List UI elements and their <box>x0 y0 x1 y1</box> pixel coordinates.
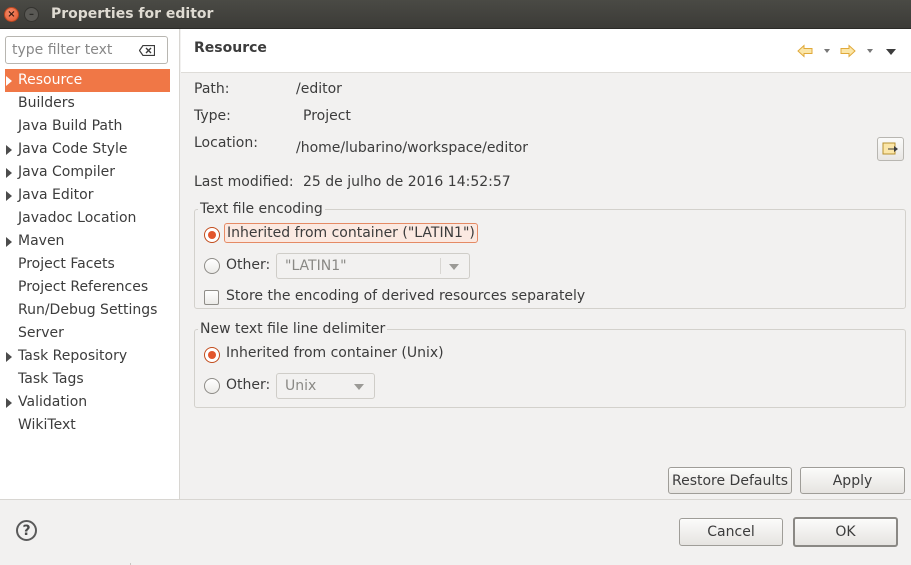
expand-arrow-icon[interactable] <box>6 398 12 408</box>
tree-item-label: Builders <box>18 95 75 111</box>
tree-item-label: Task Tags <box>18 371 84 387</box>
location-value: /home/lubarino/workspace/editor <box>296 140 529 156</box>
line-delimiter-group: New text file line delimiter Inherited f… <box>194 320 906 408</box>
forward-arrow-icon[interactable] <box>840 44 856 58</box>
dialog-button-bar: ? Cancel OK <box>0 499 911 565</box>
properties-navigation-pane: Resource Builders Java Build Path Java Code… <box>0 29 180 499</box>
type-label: Type: <box>194 108 231 124</box>
tree-item-label: Run/Debug Settings <box>18 302 158 318</box>
tree-item-task-tags[interactable]: Task Tags <box>5 368 170 391</box>
encoding-other-label[interactable]: Other: <box>226 257 270 273</box>
chevron-down-icon <box>354 384 364 390</box>
tree-item-label: Server <box>18 325 64 341</box>
tree-item-run-debug-settings[interactable]: Run/Debug Settings <box>5 299 170 322</box>
tree-item-java-compiler[interactable]: Java Compiler <box>5 161 170 184</box>
tree-item-label: Maven <box>18 233 65 249</box>
properties-tree: Resource Builders Java Build Path Java Code… <box>5 69 170 437</box>
tree-item-label: Validation <box>18 394 88 410</box>
tree-item-task-repository[interactable]: Task Repository <box>5 345 170 368</box>
tree-item-label: Javadoc Location <box>18 210 137 226</box>
tree-item-label: Task Repository <box>18 348 128 364</box>
back-arrow-icon[interactable] <box>797 44 813 58</box>
open-folder-icon <box>882 142 898 155</box>
ok-button[interactable]: OK <box>793 517 898 547</box>
location-label: Location: <box>194 135 258 151</box>
expand-arrow-icon[interactable] <box>6 145 12 155</box>
filter-input[interactable] <box>12 42 132 58</box>
tree-item-resource[interactable]: Resource <box>5 69 170 92</box>
type-value: Project <box>303 108 351 124</box>
tree-item-javadoc-location[interactable]: Javadoc Location <box>5 207 170 230</box>
property-page: Resource Path: /editor Type: Project Loc… <box>181 29 911 499</box>
tree-item-maven[interactable]: Maven <box>5 230 170 253</box>
store-derived-encoding-label[interactable]: Store the encoding of derived resources … <box>226 288 585 304</box>
delimiter-other-radio[interactable] <box>204 378 220 394</box>
view-menu-icon[interactable] <box>886 49 896 55</box>
page-title: Resource <box>194 40 267 56</box>
back-history-dropdown-icon[interactable] <box>824 49 830 53</box>
delimiter-other-select[interactable]: Unix <box>276 373 375 399</box>
tree-item-server[interactable]: Server <box>5 322 170 345</box>
last-modified-value: 25 de julho de 2016 14:52:57 <box>303 174 511 190</box>
line-delimiter-legend: New text file line delimiter <box>198 320 388 338</box>
window-title: Properties for editor <box>51 6 214 22</box>
apply-button[interactable]: Apply <box>800 467 905 494</box>
expand-arrow-icon[interactable] <box>6 76 12 86</box>
help-icon[interactable]: ? <box>16 520 37 541</box>
encoding-other-value: "LATIN1" <box>285 258 347 274</box>
tree-item-label: Project Facets <box>18 256 115 272</box>
tree-item-label: Java Editor <box>18 187 94 203</box>
forward-history-dropdown-icon[interactable] <box>867 49 873 53</box>
close-window-button[interactable]: × <box>4 7 19 22</box>
tree-item-project-references[interactable]: Project References <box>5 276 170 299</box>
restore-defaults-button[interactable]: Restore Defaults <box>668 467 792 494</box>
tree-item-java-editor[interactable]: Java Editor <box>5 184 170 207</box>
tree-item-label: Java Compiler <box>18 164 116 180</box>
expand-arrow-icon[interactable] <box>6 237 12 247</box>
cancel-button[interactable]: Cancel <box>679 518 783 546</box>
title-bar: × – Properties for editor <box>0 0 911 29</box>
delimiter-inherited-radio[interactable] <box>204 347 220 363</box>
tree-item-label: Project References <box>18 279 149 295</box>
tree-item-label: Java Build Path <box>18 118 123 134</box>
expand-arrow-icon[interactable] <box>6 352 12 362</box>
tree-item-java-build-path[interactable]: Java Build Path <box>5 115 170 138</box>
tree-item-project-facets[interactable]: Project Facets <box>5 253 170 276</box>
page-header: Resource <box>181 29 911 73</box>
show-in-system-explorer-button[interactable] <box>877 137 904 161</box>
path-value: /editor <box>296 81 342 97</box>
tree-item-validation[interactable]: Validation <box>5 391 170 414</box>
clear-filter-icon[interactable] <box>139 45 155 56</box>
encoding-other-radio[interactable] <box>204 258 220 274</box>
minimize-window-button[interactable]: – <box>24 7 39 22</box>
store-derived-encoding-checkbox[interactable] <box>204 290 219 305</box>
expand-arrow-icon[interactable] <box>6 168 12 178</box>
text-file-encoding-group: Text file encoding Inherited from contai… <box>194 200 906 309</box>
delimiter-other-value: Unix <box>285 378 317 394</box>
text-file-encoding-legend: Text file encoding <box>198 200 325 218</box>
delimiter-other-label[interactable]: Other: <box>226 377 270 393</box>
tree-item-label: Resource <box>18 72 83 88</box>
combo-separator <box>440 258 441 274</box>
expand-arrow-icon[interactable] <box>6 191 12 201</box>
encoding-other-select[interactable]: "LATIN1" <box>276 253 470 279</box>
tree-item-label: Java Code Style <box>18 141 128 157</box>
tree-item-wikitext[interactable]: WikiText <box>5 414 170 437</box>
tree-item-label: WikiText <box>18 417 76 433</box>
encoding-inherited-label[interactable]: Inherited from container ("LATIN1") <box>224 223 478 243</box>
chevron-down-icon <box>449 264 459 270</box>
encoding-inherited-radio[interactable] <box>204 227 220 243</box>
last-modified-label: Last modified: <box>194 174 294 190</box>
tree-item-java-code-style[interactable]: Java Code Style <box>5 138 170 161</box>
path-label: Path: <box>194 81 230 97</box>
filter-box[interactable] <box>5 36 168 64</box>
tree-item-builders[interactable]: Builders <box>5 92 170 115</box>
delimiter-inherited-label[interactable]: Inherited from container (Unix) <box>226 345 444 361</box>
